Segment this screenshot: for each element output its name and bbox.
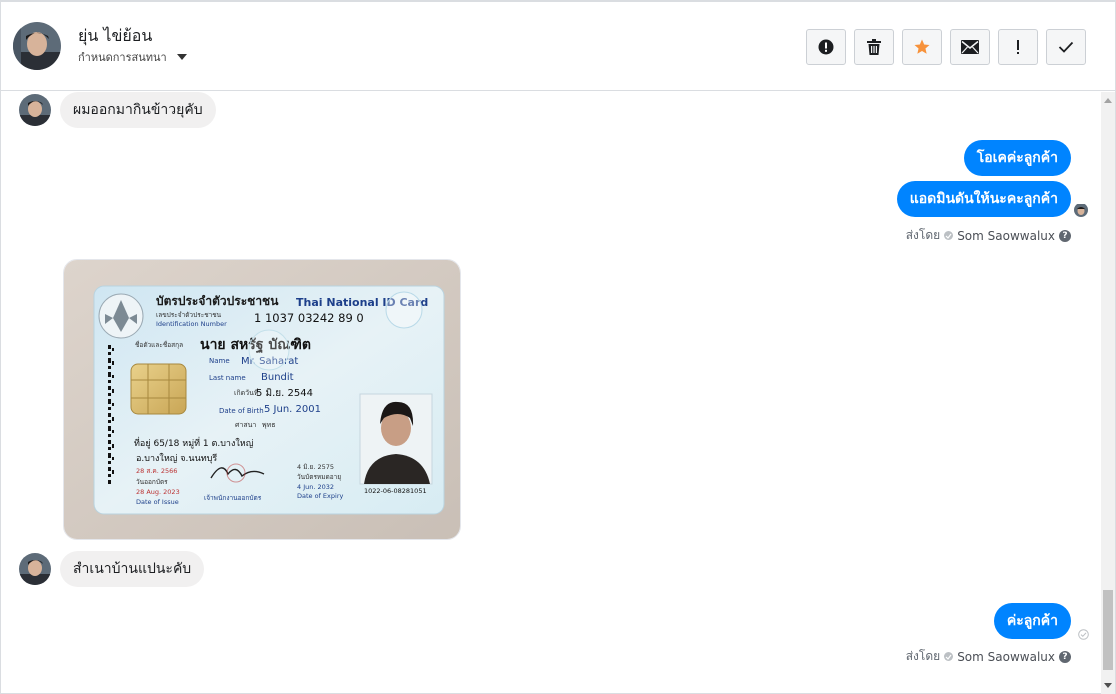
contact-avatar-small (19, 94, 51, 126)
issue-label-th: วันออกบัตร (136, 478, 168, 486)
issuing-officer: เจ้าพนักงานออกบัตร (204, 494, 262, 502)
id-title-th: บัตรประจำตัวประชาชน (156, 294, 279, 308)
message-bubble-outgoing[interactable]: ค่ะลูกค้า (993, 603, 1071, 639)
follow-up-button[interactable] (998, 29, 1038, 65)
issue-date-en: 28 Aug. 2023 (136, 488, 180, 496)
assign-label: กำหนดการสนทนา (78, 51, 167, 64)
dob-en: 5 Jun. 2001 (264, 404, 321, 415)
trash-icon (867, 39, 881, 55)
conversation-toolbar (806, 29, 1086, 65)
check-icon (1058, 41, 1074, 53)
exclamation-icon (1017, 40, 1019, 54)
contact-avatar-small (19, 553, 51, 585)
sent-by-label: ส่งโดย (905, 228, 941, 242)
inbox-window: ยุ่น ไข่ย้อน กำหนดการสนทนา ผมออกมากินข้า… (0, 0, 1116, 694)
expiry-date-th: 4 มิ.ย. 2575 (297, 463, 334, 471)
issue-label-en: Date of Issue (136, 498, 179, 506)
message-row-incoming: สำเนาบ้านแปนะคับ (19, 551, 205, 587)
scroll-up-arrow-icon[interactable] (1104, 98, 1112, 103)
mark-unread-button[interactable] (950, 29, 990, 65)
thread-scrollbar[interactable] (1101, 92, 1115, 694)
alert-circle-icon (818, 39, 834, 55)
address-line-2: อ.บางใหญ่ จ.นนทบุรี (136, 453, 217, 464)
id-label-th: เลขประจำตัวประชาชน (156, 311, 222, 319)
sent-by-info: ส่งโดย Som Saowwalux ? (906, 647, 1071, 666)
message-bubble-incoming[interactable]: สำเนาบ้านแปนะคับ (60, 551, 205, 587)
sent-by-info: ส่งโดย Som Saowwalux ? (906, 226, 1071, 245)
seen-avatar (1074, 203, 1088, 217)
agent-name[interactable]: Som Saowwalux (957, 229, 1055, 243)
name-label-th: ชื่อตัวและชื่อสกุล (135, 340, 183, 349)
expiry-date-en: 4 Jun. 2032 (297, 483, 334, 491)
message-bubble-outgoing[interactable]: แอดมินดันให้นะคะลูกค้า (896, 181, 1071, 217)
lastname-en: Bundit (261, 372, 294, 383)
assign-conversation-dropdown[interactable]: กำหนดการสนทนา (78, 48, 187, 66)
id-label-en: Identification Number (156, 320, 227, 328)
scrollbar-thumb[interactable] (1103, 590, 1113, 670)
caret-down-icon (176, 54, 187, 60)
agent-name[interactable]: Som Saowwalux (957, 650, 1055, 664)
sent-status-icon (1078, 625, 1089, 644)
scroll-down-arrow-icon[interactable] (1104, 683, 1112, 688)
star-button[interactable] (902, 29, 942, 65)
expiry-label-en: Date of Expiry (297, 492, 343, 500)
verified-icon (944, 231, 954, 240)
contact-name: ยุ่น ไข่ย้อน (78, 26, 153, 45)
star-icon (914, 39, 930, 54)
sent-by-label: ส่งโดย (905, 649, 941, 663)
delete-button[interactable] (854, 29, 894, 65)
id-number: 1 1037 03242 89 0 (254, 311, 364, 325)
help-icon[interactable]: ? (1059, 229, 1071, 242)
mark-done-button[interactable] (1046, 29, 1086, 65)
religion: พุทธ (262, 421, 276, 429)
dob-label-en: Date of Birth (219, 407, 264, 415)
message-bubble-incoming[interactable]: ผมออกมากินข้าวยุคับ (60, 92, 216, 128)
conversation-header: ยุ่น ไข่ย้อน กำหนดการสนทนา (1, 2, 1115, 91)
spam-button[interactable] (806, 29, 846, 65)
message-thread[interactable]: ผมออกมากินข้าวยุคับ โอเคค่ะลูกค้า แอดมิน… (1, 92, 1101, 694)
religion-label: ศาสนา (235, 421, 256, 429)
message-bubble-outgoing[interactable]: โอเคค่ะลูกค้า (963, 140, 1071, 176)
issue-date-th: 28 ส.ค. 2566 (136, 467, 177, 475)
message-row-incoming: ผมออกมากินข้าวยุคับ (19, 92, 216, 128)
envelope-icon (961, 40, 979, 54)
expiry-label-th: วันบัตรหมดอายุ (297, 473, 341, 481)
id-card-image[interactable]: บัตรประจำตัวประชาชน Thai National ID Car… (63, 259, 461, 540)
dob-th: 5 มิ.ย. 2544 (256, 388, 313, 399)
name-label-en: Name (209, 357, 230, 365)
lastname-label-en: Last name (209, 374, 246, 382)
verified-icon (944, 652, 954, 661)
card-serial: 1022-06-08281051 (364, 487, 427, 495)
help-icon[interactable]: ? (1059, 650, 1071, 663)
contact-avatar[interactable] (13, 22, 61, 70)
